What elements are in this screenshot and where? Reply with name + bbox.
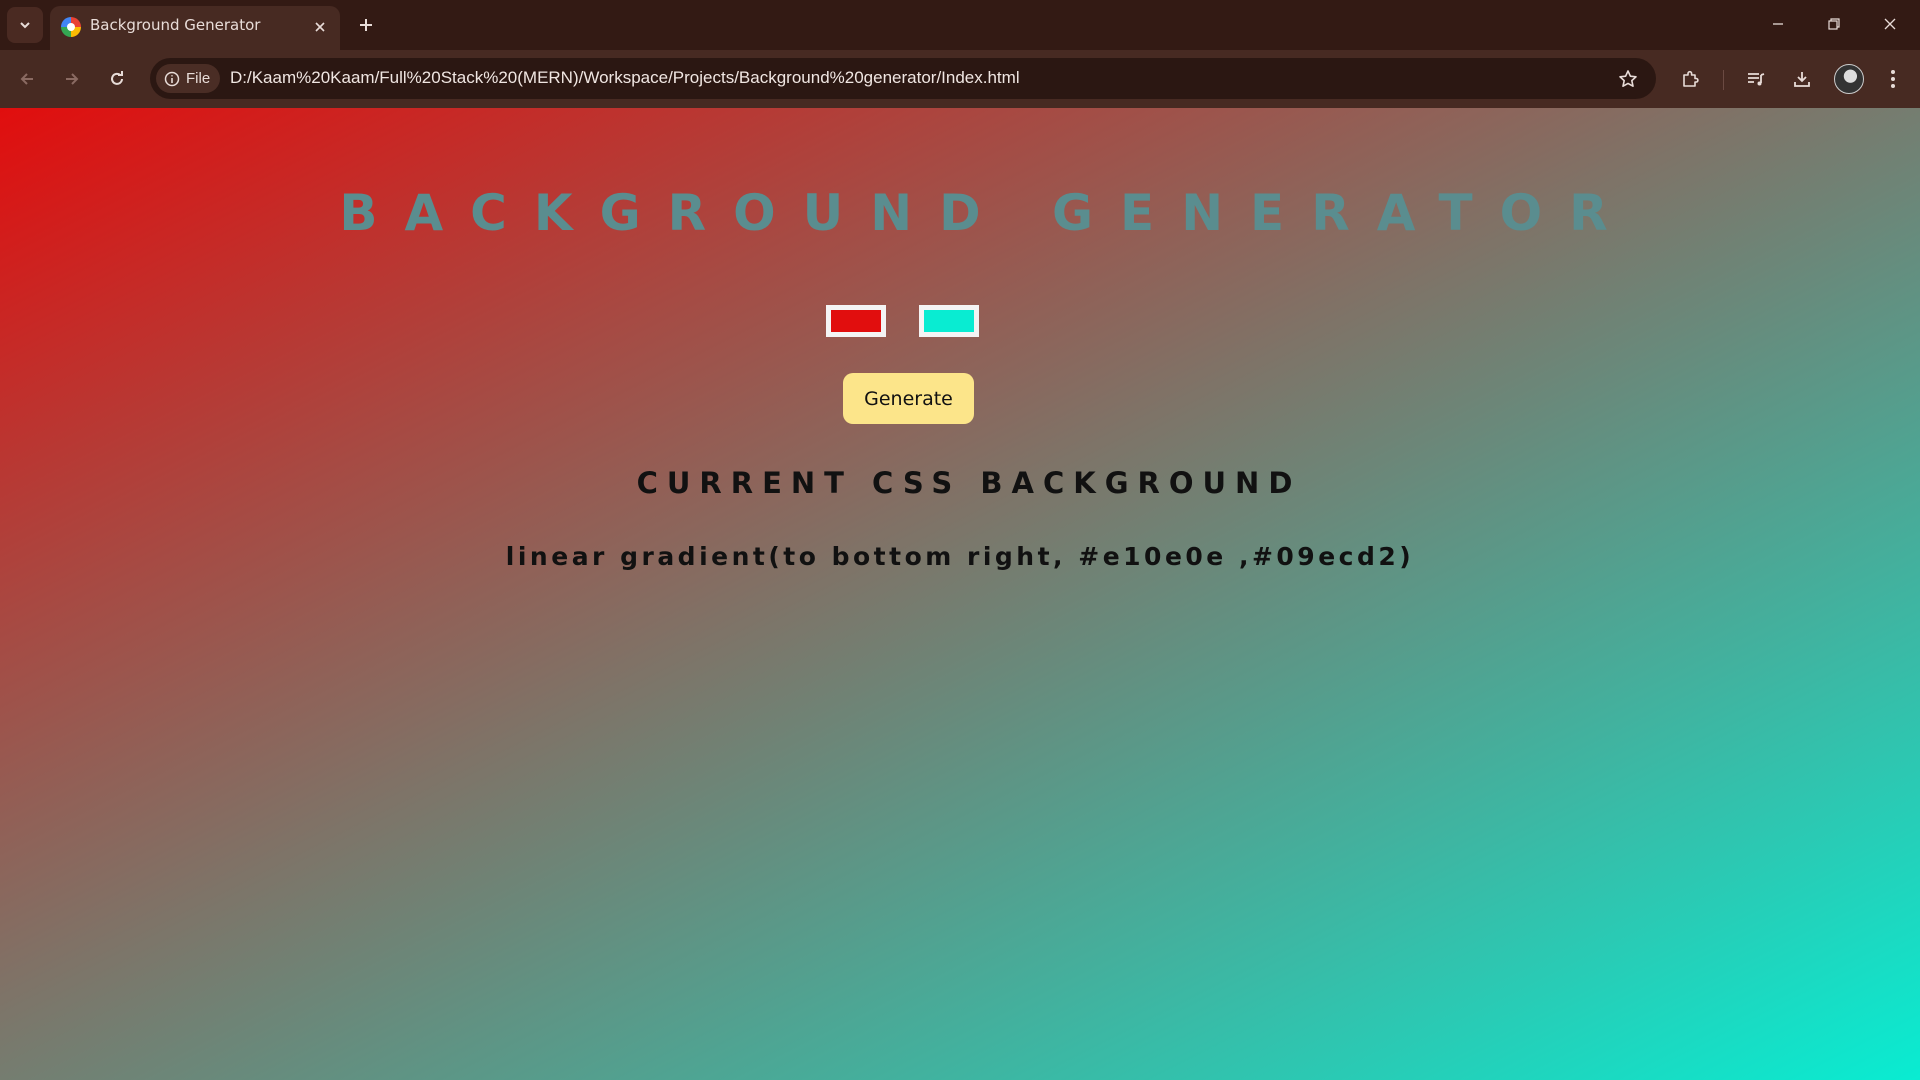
tab-close-button[interactable] <box>308 15 332 39</box>
close-window-button[interactable] <box>1862 0 1918 48</box>
browser-window: Background Generator File D:/Kaam%20Kaam… <box>0 0 1920 1080</box>
reload-button[interactable] <box>99 61 135 97</box>
avatar[interactable] <box>1834 64 1864 94</box>
toolbar-separator <box>1723 70 1724 90</box>
star-icon <box>1618 69 1638 89</box>
downloads-button[interactable] <box>1784 61 1820 97</box>
browser-toolbar: File D:/Kaam%20Kaam/Full%20Stack%20(MERN… <box>0 50 1920 108</box>
close-icon <box>314 21 326 33</box>
chevron-down-icon <box>18 18 32 32</box>
minimize-button[interactable] <box>1750 0 1806 48</box>
reload-icon <box>108 70 126 88</box>
back-button[interactable] <box>9 61 45 97</box>
css-heading: CURRENT CSS BACKGROUND <box>636 466 1302 500</box>
media-controls-button[interactable] <box>1738 61 1774 97</box>
url-text[interactable]: D:/Kaam%20Kaam/Full%20Stack%20(MERN)/Wor… <box>230 68 1020 88</box>
favicon-icon <box>61 17 81 37</box>
site-info-chip[interactable]: File <box>156 64 221 93</box>
generate-button[interactable]: Generate <box>843 373 974 424</box>
download-icon <box>1792 69 1812 89</box>
site-chip-label: File <box>186 70 211 87</box>
restore-icon <box>1827 17 1841 31</box>
color-picker-2[interactable] <box>919 305 979 337</box>
color-swatch-1 <box>831 310 881 332</box>
css-output-text: linear gradient(to bottom right, #e10e0e… <box>505 542 1415 571</box>
new-tab-button[interactable] <box>350 9 382 41</box>
address-bar[interactable]: File D:/Kaam%20Kaam/Full%20Stack%20(MERN… <box>150 58 1656 99</box>
close-icon <box>1883 17 1897 31</box>
arrow-left-icon <box>18 70 36 88</box>
plus-icon <box>358 17 374 33</box>
minimize-icon <box>1771 17 1785 31</box>
tab-search-button[interactable] <box>7 7 43 43</box>
restore-button[interactable] <box>1806 0 1862 48</box>
extensions-button[interactable] <box>1672 61 1708 97</box>
kebab-menu-icon <box>1890 69 1896 89</box>
tab-background-generator[interactable]: Background Generator <box>50 6 340 50</box>
browser-menu-button[interactable] <box>1875 61 1911 97</box>
info-icon <box>164 71 180 87</box>
media-queue-icon <box>1746 69 1766 89</box>
color-picker-1[interactable] <box>826 305 886 337</box>
tab-title: Background Generator <box>90 16 261 34</box>
color-swatch-2 <box>924 310 974 332</box>
puzzle-icon <box>1680 69 1700 89</box>
tab-strip: Background Generator <box>0 0 1920 50</box>
page-viewport: BACKGROUND GENERATOR Generate CURRENT CS… <box>0 108 1920 1080</box>
bookmark-button[interactable] <box>1611 62 1644 95</box>
forward-button[interactable] <box>54 61 90 97</box>
page-title: BACKGROUND GENERATOR <box>339 184 1635 242</box>
arrow-right-icon <box>63 70 81 88</box>
